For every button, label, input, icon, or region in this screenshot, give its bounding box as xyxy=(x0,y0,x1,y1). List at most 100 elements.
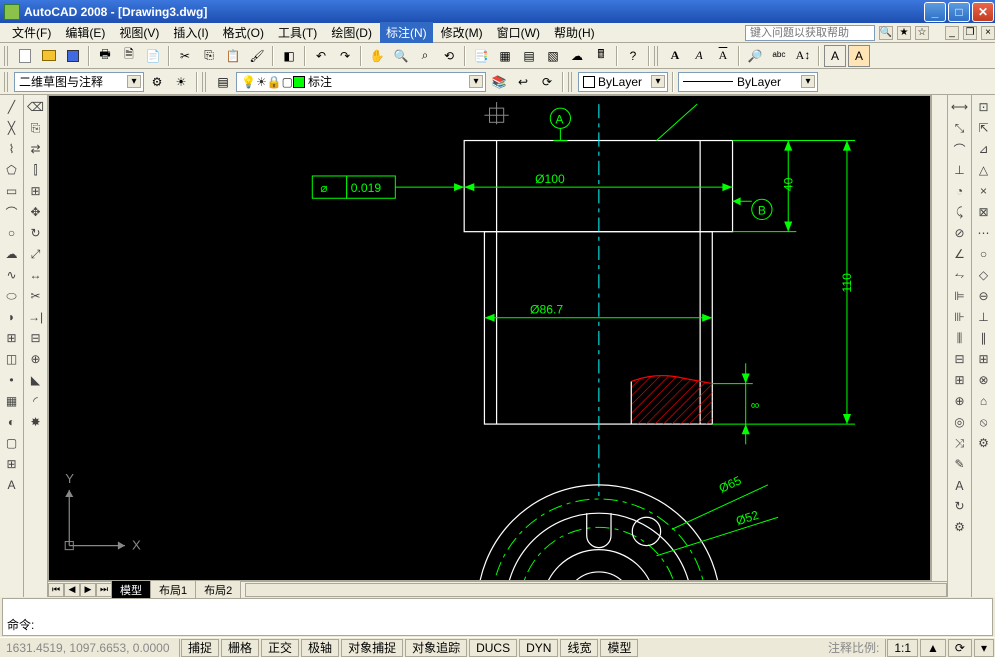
break-button[interactable]: ⊟ xyxy=(26,328,46,348)
grid-toggle[interactable]: 栅格 xyxy=(221,639,259,657)
circle-button[interactable]: ○ xyxy=(2,223,22,243)
doc-restore-icon[interactable]: ❐ xyxy=(963,26,977,40)
snap-midpoint-button[interactable]: △ xyxy=(974,160,994,180)
color-combo[interactable]: ByLayer xyxy=(578,72,668,92)
snap-endpoint-button[interactable]: ⊿ xyxy=(974,139,994,159)
infocenter-icon[interactable]: 🔍 xyxy=(879,26,893,40)
menu-format[interactable]: 格式(O) xyxy=(217,22,270,43)
tab-layout2[interactable]: 布局2 xyxy=(195,580,241,599)
menu-modify[interactable]: 修改(M) xyxy=(435,22,489,43)
snap-insert-button[interactable]: ⊞ xyxy=(974,349,994,369)
redo-button[interactable]: ↷ xyxy=(334,45,356,67)
dim-arc-button[interactable]: ⌒ xyxy=(950,139,970,159)
model-toggle[interactable]: 模型 xyxy=(600,639,638,657)
spell-check-button[interactable]: ᵃᵇᶜ xyxy=(768,45,790,67)
dim-continue-button[interactable]: ⊪ xyxy=(950,307,970,327)
menu-view[interactable]: 视图(V) xyxy=(113,22,165,43)
grip-icon[interactable] xyxy=(654,46,660,66)
workspace-settings-button[interactable]: ⚙ xyxy=(146,71,168,93)
grip-icon[interactable] xyxy=(568,72,574,92)
layer-state-button[interactable]: 📚 xyxy=(488,71,510,93)
dim-aligned-button[interactable]: ⤡ xyxy=(950,118,970,138)
pan-button[interactable]: ✋ xyxy=(366,45,388,67)
dim-ordinate-button[interactable]: ⊥ xyxy=(950,160,970,180)
layer-tools-button[interactable]: ⟳ xyxy=(536,71,558,93)
dim-break-button[interactable]: ⊟ xyxy=(950,349,970,369)
find-text-button[interactable]: 🔎 xyxy=(744,45,766,67)
menu-file[interactable]: 文件(F) xyxy=(6,22,57,43)
text-style-italic-button[interactable]: A xyxy=(688,45,710,67)
trim-button[interactable]: ✂ xyxy=(26,286,46,306)
publish-button[interactable]: 📄 xyxy=(142,45,164,67)
linetype-combo[interactable]: ByLayer xyxy=(678,72,818,92)
move-button[interactable]: ✥ xyxy=(26,202,46,222)
layer-manager-button[interactable]: ▤ xyxy=(212,71,234,93)
fillet-button[interactable]: ◜ xyxy=(26,391,46,411)
revcloud-button[interactable]: ☁ xyxy=(2,244,22,264)
spline-button[interactable]: ∿ xyxy=(2,265,22,285)
scale-button[interactable]: ⤢ xyxy=(26,244,46,264)
extend-button[interactable]: →| xyxy=(26,307,46,327)
tab-first-button[interactable]: ⏮ xyxy=(48,583,64,597)
snap-apparent-button[interactable]: ⊠ xyxy=(974,202,994,222)
dim-text-edit-button[interactable]: Ａ xyxy=(950,475,970,495)
grip-icon[interactable] xyxy=(4,46,10,66)
dyn-toggle[interactable]: DYN xyxy=(519,639,558,657)
snap-quadrant-button[interactable]: ◇ xyxy=(974,265,994,285)
gradient-button[interactable]: ◐ xyxy=(2,412,22,432)
tolerance-button[interactable]: ⊞ xyxy=(950,370,970,390)
vertical-scrollbar[interactable] xyxy=(931,95,947,581)
drawing-canvas[interactable]: X Y xyxy=(48,95,931,581)
text-scale-button[interactable]: A↕ xyxy=(792,45,814,67)
polyline-button[interactable]: ⌇ xyxy=(2,139,22,159)
new-button[interactable] xyxy=(14,45,36,67)
annovis-icon[interactable]: ▲ xyxy=(920,639,946,657)
block-editor-button[interactable]: ◧ xyxy=(278,45,300,67)
lwt-toggle[interactable]: 线宽 xyxy=(560,639,598,657)
tab-next-button[interactable]: ▶ xyxy=(80,583,96,597)
menu-tools[interactable]: 工具(T) xyxy=(272,22,323,43)
snap-parallel-button[interactable]: ∥ xyxy=(974,328,994,348)
snap-nearest-button[interactable]: ⌂ xyxy=(974,391,994,411)
snap-perpendicular-button[interactable]: ⊥ xyxy=(974,307,994,327)
text-style-button[interactable]: A xyxy=(664,45,686,67)
match-props-button[interactable]: 🖌 xyxy=(246,45,268,67)
open-button[interactable] xyxy=(38,45,60,67)
snap-node-button[interactable]: ⊗ xyxy=(974,370,994,390)
zoom-window-button[interactable]: ⌕ xyxy=(414,45,436,67)
workspace-combo[interactable]: 二维草图与注释 xyxy=(14,72,144,92)
quickcalc-button[interactable]: 🖩 xyxy=(590,45,612,67)
text-height-button[interactable]: A xyxy=(712,45,734,67)
zoom-previous-button[interactable]: ⟲ xyxy=(438,45,460,67)
grip-icon[interactable] xyxy=(4,72,10,92)
ellipse-button[interactable]: ⬭ xyxy=(2,286,22,306)
snap-from-button[interactable]: ⇱ xyxy=(974,118,994,138)
ellipse-arc-button[interactable]: ◗ xyxy=(2,307,22,327)
ducs-toggle[interactable]: DUCS xyxy=(469,639,517,657)
zoom-realtime-button[interactable]: 🔍 xyxy=(390,45,412,67)
maximize-button[interactable]: □ xyxy=(948,2,970,22)
dim-jogged-button[interactable]: ⤹ xyxy=(950,202,970,222)
join-button[interactable]: ⊕ xyxy=(26,349,46,369)
dim-diameter-button[interactable]: ⊘ xyxy=(950,223,970,243)
save-button[interactable] xyxy=(62,45,84,67)
menu-help[interactable]: 帮助(H) xyxy=(548,22,601,43)
point-button[interactable]: • xyxy=(2,370,22,390)
explode-button[interactable]: ✸ xyxy=(26,412,46,432)
jogged-linear-button[interactable]: ⤨ xyxy=(950,433,970,453)
tab-model[interactable]: 模型 xyxy=(111,580,151,599)
rotate-button[interactable]: ↻ xyxy=(26,223,46,243)
undo-button[interactable]: ↶ xyxy=(310,45,332,67)
doc-minimize-icon[interactable]: _ xyxy=(945,26,959,40)
mtext-button[interactable]: A xyxy=(2,475,22,495)
menu-insert[interactable]: 插入(I) xyxy=(167,22,214,43)
dim-update-button[interactable]: ↻ xyxy=(950,496,970,516)
text-box2-button[interactable]: A xyxy=(848,45,870,67)
dim-style-button[interactable]: ⚙ xyxy=(950,517,970,537)
properties-button[interactable]: 📑 xyxy=(470,45,492,67)
help-button[interactable]: ? xyxy=(622,45,644,67)
snap-toggle[interactable]: 捕捉 xyxy=(181,639,219,657)
command-prompt[interactable]: 命令: xyxy=(7,616,988,633)
line-button[interactable]: ╱ xyxy=(2,97,22,117)
dim-linear-button[interactable]: ⟷ xyxy=(950,97,970,117)
